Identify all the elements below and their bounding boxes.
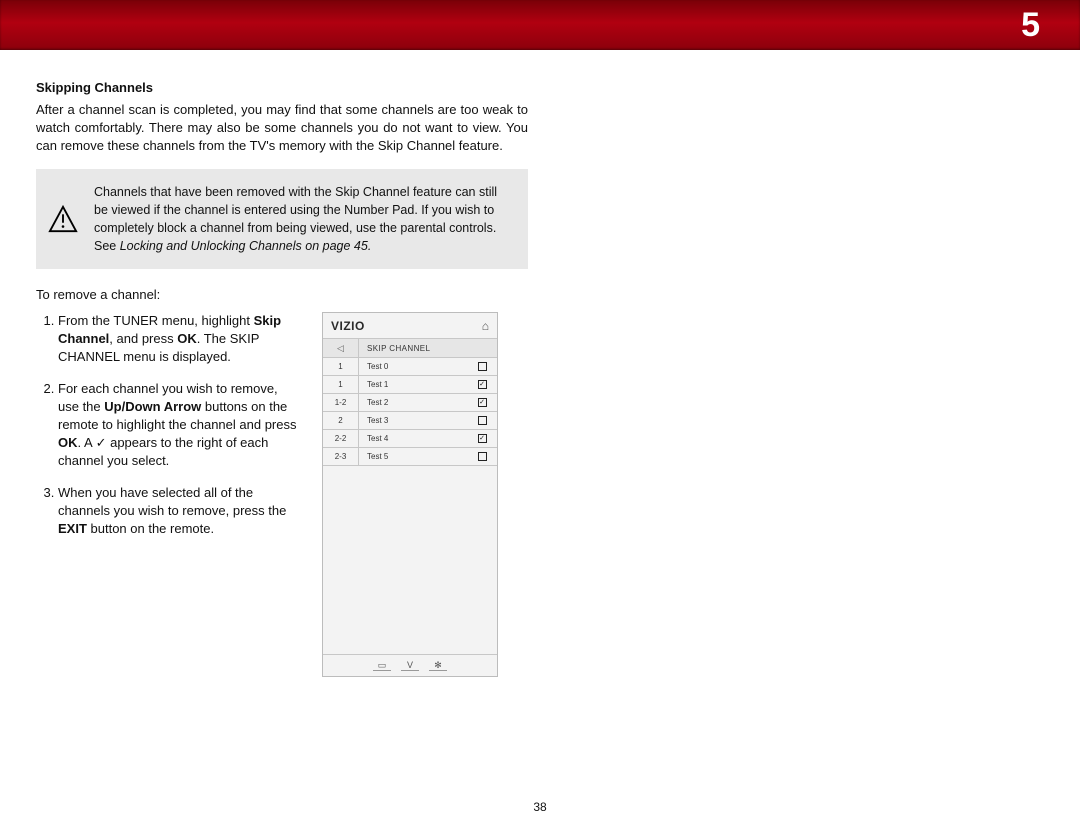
tv-footer: ▭ V ✻ bbox=[323, 654, 497, 676]
channel-row[interactable]: 1-2Test 2 ✓ bbox=[323, 394, 497, 412]
step-1: From the TUNER menu, highlight Skip Chan… bbox=[58, 312, 298, 366]
warning-link: Locking and Unlocking Channels on page 4… bbox=[120, 239, 372, 253]
channel-row[interactable]: 2Test 3 bbox=[323, 412, 497, 430]
channel-name: Test 2 bbox=[359, 398, 467, 407]
home-icon[interactable]: ⌂ bbox=[482, 319, 489, 333]
channel-number: 2 bbox=[323, 412, 359, 429]
channel-checkbox[interactable] bbox=[467, 416, 497, 425]
channel-checkbox[interactable] bbox=[467, 452, 497, 461]
steps-list: From the TUNER menu, highlight Skip Chan… bbox=[36, 312, 298, 677]
wide-icon[interactable]: ▭ bbox=[373, 661, 391, 671]
checkbox-empty-icon bbox=[478, 416, 487, 425]
channel-row[interactable]: 2-2Test 4 ✓ bbox=[323, 430, 497, 448]
chapter-number: 5 bbox=[1021, 6, 1040, 45]
tv-body-fill bbox=[323, 466, 497, 654]
channel-number: 1-2 bbox=[323, 394, 359, 411]
section-lead: After a channel scan is completed, you m… bbox=[36, 101, 528, 155]
step-2: For each channel you wish to remove, use… bbox=[58, 380, 298, 470]
channel-checkbox[interactable]: ✓ bbox=[467, 398, 497, 407]
checkbox-checked-icon: ✓ bbox=[478, 398, 487, 407]
channel-name: Test 5 bbox=[359, 452, 467, 461]
channel-checkbox[interactable] bbox=[467, 362, 497, 371]
tv-rows: 1Test 01Test 1✓1-2Test 2✓2Test 32-2Test … bbox=[323, 358, 497, 466]
tv-header: VIZIO ⌂ bbox=[323, 313, 497, 339]
checkbox-checked-icon: ✓ bbox=[478, 434, 487, 443]
channel-checkbox[interactable]: ✓ bbox=[467, 380, 497, 389]
header-bar: 5 bbox=[0, 0, 1080, 50]
gear-icon[interactable]: ✻ bbox=[429, 661, 447, 671]
channel-number: 1 bbox=[323, 376, 359, 393]
channel-name: Test 3 bbox=[359, 416, 467, 425]
channel-name: Test 4 bbox=[359, 434, 467, 443]
channel-checkbox[interactable]: ✓ bbox=[467, 434, 497, 443]
back-icon[interactable]: ◁ bbox=[323, 339, 359, 357]
step-3: When you have selected all of the channe… bbox=[58, 484, 298, 538]
channel-row[interactable]: 1Test 1 ✓ bbox=[323, 376, 497, 394]
checkbox-empty-icon bbox=[478, 452, 487, 461]
page-number: 38 bbox=[0, 800, 1080, 814]
warning-icon bbox=[48, 183, 78, 255]
checkbox-empty-icon bbox=[478, 362, 487, 371]
tv-menu-title: SKIP CHANNEL bbox=[359, 344, 430, 353]
section-title: Skipping Channels bbox=[36, 80, 528, 95]
channel-name: Test 1 bbox=[359, 380, 467, 389]
channel-row[interactable]: 1Test 0 bbox=[323, 358, 497, 376]
v-icon[interactable]: V bbox=[401, 661, 419, 671]
steps-intro: To remove a channel: bbox=[36, 287, 528, 302]
channel-number: 2-3 bbox=[323, 448, 359, 465]
tv-title-row: ◁ SKIP CHANNEL bbox=[323, 339, 497, 358]
checkmark-glyph: ✓ bbox=[96, 435, 107, 450]
warning-text: Channels that have been removed with the… bbox=[94, 183, 512, 255]
channel-name: Test 0 bbox=[359, 362, 467, 371]
channel-row[interactable]: 2-3Test 5 bbox=[323, 448, 497, 466]
checkbox-checked-icon: ✓ bbox=[478, 380, 487, 389]
warning-note: Channels that have been removed with the… bbox=[36, 169, 528, 269]
channel-number: 2-2 bbox=[323, 430, 359, 447]
page-body: Skipping Channels After a channel scan i… bbox=[0, 50, 1080, 677]
tv-menu: VIZIO ⌂ ◁ SKIP CHANNEL 1Test 01Test 1✓1-… bbox=[322, 312, 498, 677]
vizio-logo: VIZIO bbox=[331, 319, 365, 333]
channel-number: 1 bbox=[323, 358, 359, 375]
